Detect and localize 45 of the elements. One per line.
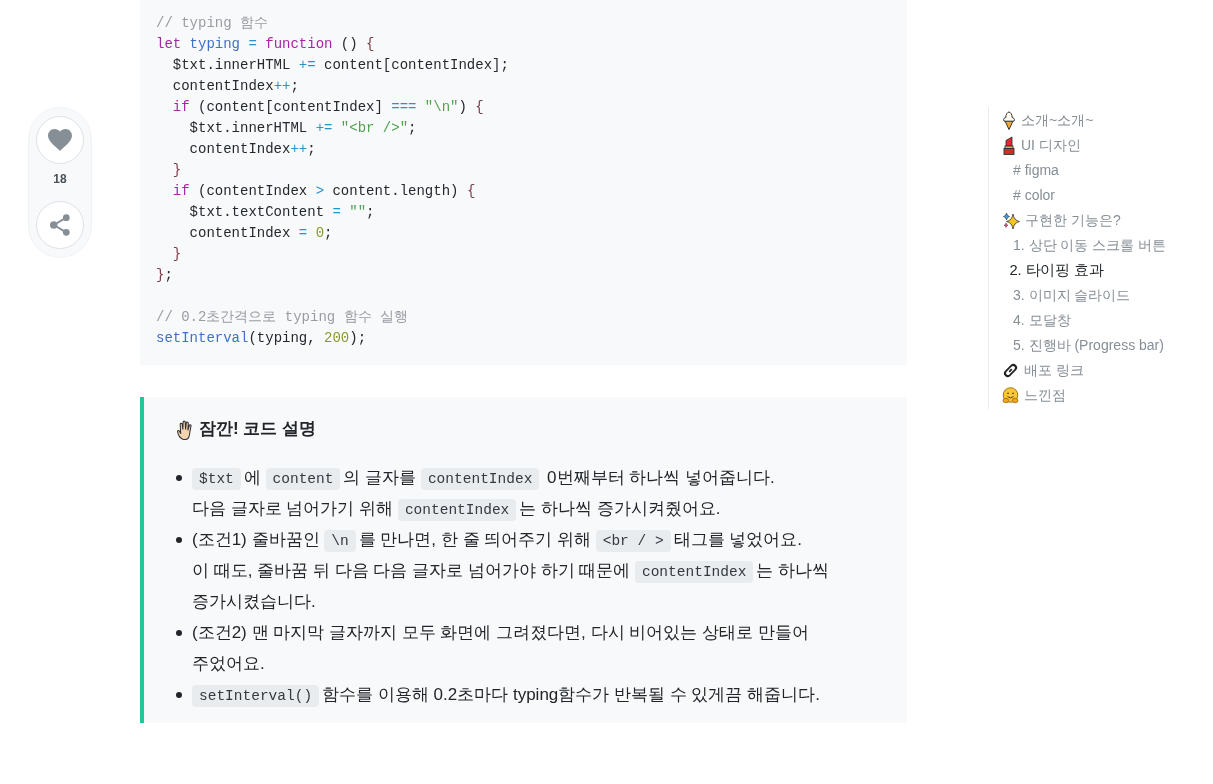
toc-link[interactable]: 1. 상단 이동 스크롤 버튼 [1013,233,1167,258]
code-line: $txt.innerHTML += content[contentIndex]; [171,56,509,75]
bullet-icon [176,691,182,698]
toc-link[interactable]: 2. 타이핑 효과 [1009,257,1104,284]
list-item-text: setInterval() 함수를 이용해 0.2초마다 typing함수가 반복될 수 있게끔 해줍니다. [192,679,820,710]
toc-link[interactable]: 소개~소개~ [1002,108,1094,133]
share-button[interactable] [36,201,84,249]
callout-title: 잠깐! 코드 설명 [199,418,317,440]
code-line: } [171,245,182,264]
code-line: // 0.2초간격으로 typing 함수 실행 [156,308,409,327]
code-line: setInterval(typing, 200); [156,329,367,348]
toc-link[interactable]: 느낀점 [1002,383,1066,408]
toc-link[interactable]: 배포 링크 [1002,358,1084,383]
toc-link[interactable]: # figma [1013,158,1059,183]
code-line: $txt.textContent = ""; [188,203,375,222]
code-line: contentIndex = 0; [188,224,333,243]
code-line: $txt.innerHTML += "<br />"; [188,119,417,138]
code-line: contentIndex++; [188,140,316,159]
ice-cream-icon [1002,111,1016,130]
bullet-icon [176,629,182,636]
code-line: }; [156,266,173,285]
lipstick-icon [1002,136,1016,155]
code-line: } [171,161,182,180]
bullet-icon [176,536,182,543]
smiling-face-icon [1002,387,1019,404]
code-line: if (content[contentIndex] === "\n") { [171,98,484,117]
toc-link[interactable]: 5. 진행바 (Progress bar) [1013,333,1164,358]
toc-link[interactable]: 4. 모달창 [1013,308,1071,333]
code-line: let typing = function () { [156,35,375,54]
code-line: // typing 함수 [156,14,268,33]
code-line: if (contentIndex > content.length) { [171,182,476,201]
list-item-text: (조건2) 맨 마지막 글자까지 모두 화면에 그려졌다면, 다시 비어있는 상태로 만들어 주었어요. [192,622,809,675]
list-item-text: (조건1) 줄바꿈인 \n 를 만나면, 한 줄 띄어주기 위해 <br / > 태그를 넣었어요. 이 때도, 줄바꿈 뒤 다음 다음 글자로 넘어가야 하기 때문에 contentIndex 는 하나씩 증가시켰습니다. [192,529,830,613]
toc-link[interactable]: 3. 이미지 슬라이드 [1013,283,1131,308]
list-item-text: $txt 에 content 의 글자를 contentIndex 0번째부터 하나씩 넣어줍니다. 다음 글자로 넘어가기 위해 contentIndex 는 하나씩 증가시켜줬어요. [192,462,775,524]
share-icon [50,214,70,236]
toc-link[interactable]: 구현한 기능은? [1002,208,1121,233]
like-button[interactable] [36,116,84,164]
code-line: contentIndex++; [171,77,299,96]
like-count: 18 [53,171,67,188]
heart-icon [48,129,72,151]
toc-link[interactable]: # color [1013,183,1056,208]
toc-link[interactable]: UI 디자인 [1002,133,1081,158]
sparkles-icon [1002,211,1020,230]
bullet-icon [176,474,182,481]
